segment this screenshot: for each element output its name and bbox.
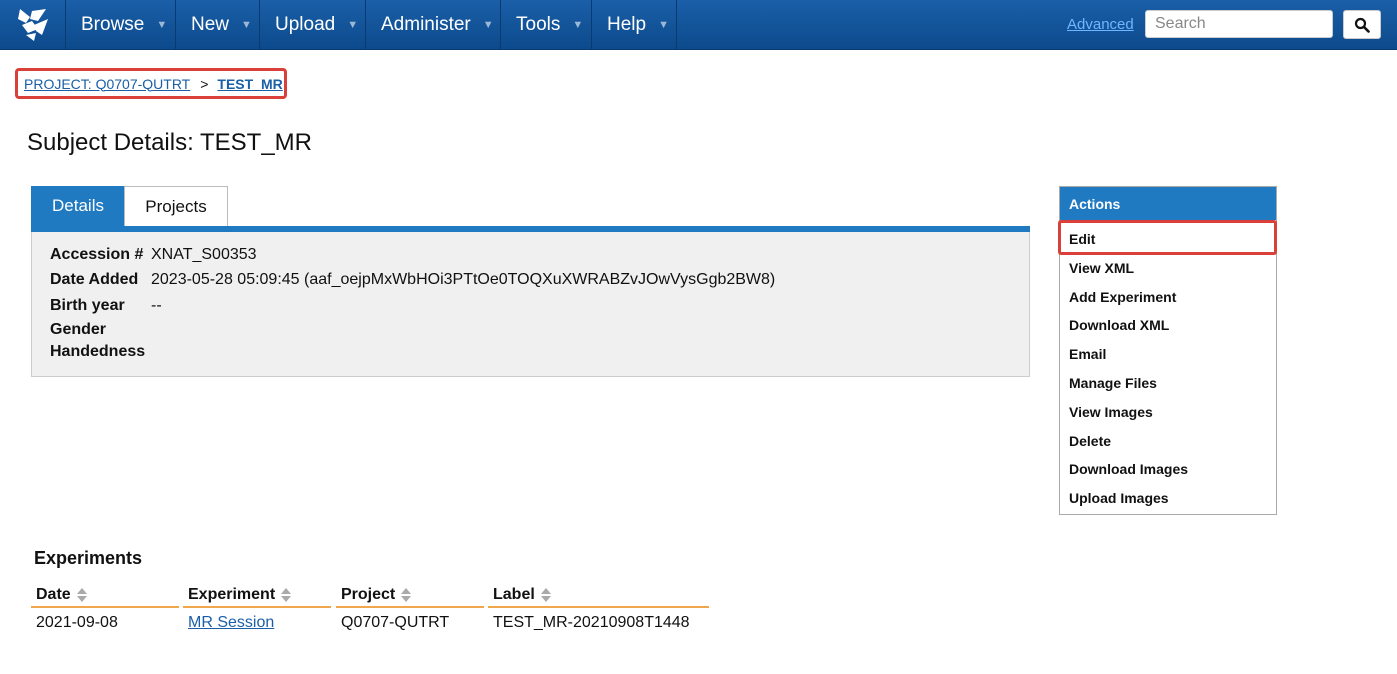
xnat-logo-icon[interactable] (0, 0, 66, 50)
action-view-images[interactable]: View Images (1069, 404, 1153, 420)
column-header-label: Experiment (188, 586, 276, 603)
action-download-xml[interactable]: Download XML (1069, 317, 1169, 333)
experiments-title: Experiments (34, 548, 143, 568)
sort-icon (76, 588, 87, 602)
breadcrumb-separator: > (200, 75, 209, 92)
cell-date: 2021-09-08 (36, 614, 118, 631)
column-header-experiment[interactable]: Experiment (183, 584, 331, 608)
top-navbar: Browse ▼ New ▼ Upload ▼ Administer ▼ Too… (0, 0, 1397, 50)
detail-row-handedness: Handedness (50, 343, 151, 361)
detail-row-accession: Accession # XNAT_S00353 (50, 246, 257, 264)
detail-row-date-added: Date Added 2023-05-28 05:09:45 (aaf_oejp… (50, 271, 775, 289)
nav-administer[interactable]: Administer ▼ (366, 0, 501, 50)
nav-new-label: New (191, 14, 230, 35)
column-header-date[interactable]: Date (31, 584, 179, 608)
nav-tools[interactable]: Tools ▼ (501, 0, 592, 50)
chevron-down-icon: ▼ (241, 19, 252, 31)
action-manage-files[interactable]: Manage Files (1069, 375, 1157, 391)
detail-value: XNAT_S00353 (151, 246, 257, 263)
cell-label: TEST_MR-20210908T1448 (493, 614, 690, 631)
nav-upload-label: Upload (275, 14, 336, 35)
cell-experiment: MR Session (188, 614, 274, 632)
column-header-label: Project (341, 586, 396, 603)
sort-icon (281, 588, 292, 602)
chevron-down-icon: ▼ (482, 19, 494, 31)
actions-header: Actions (1060, 187, 1276, 220)
action-edit[interactable]: Edit (1069, 231, 1095, 247)
chevron-down-icon: ▼ (572, 19, 584, 31)
breadcrumb-project-link[interactable]: PROJECT: Q0707-QUTRT (24, 76, 190, 92)
action-upload-images[interactable]: Upload Images (1069, 490, 1169, 506)
action-download-images[interactable]: Download Images (1069, 461, 1188, 477)
nav-help-label: Help (607, 14, 647, 35)
detail-key: Gender (50, 321, 107, 338)
action-view-xml[interactable]: View XML (1069, 260, 1134, 276)
advanced-search-link[interactable]: Advanced (1067, 16, 1134, 33)
search-icon (1354, 17, 1370, 33)
breadcrumb-current[interactable]: TEST_MR (217, 76, 282, 92)
sort-icon (401, 588, 412, 602)
nav-help[interactable]: Help ▼ (592, 0, 677, 50)
detail-value: 2023-05-28 05:09:45 (aaf_oejpMxWbHOi3PTt… (151, 271, 776, 288)
tab-projects[interactable]: Projects (124, 186, 228, 226)
search-input[interactable] (1145, 10, 1333, 38)
detail-value: -- (151, 297, 162, 314)
nav-browse[interactable]: Browse ▼ (66, 0, 176, 50)
detail-key: Date Added (50, 271, 139, 288)
page-title: Subject Details: TEST_MR (27, 129, 312, 156)
action-delete[interactable]: Delete (1069, 433, 1111, 449)
column-header-label: Label (493, 586, 535, 603)
nav-browse-label: Browse (81, 14, 145, 35)
action-email[interactable]: Email (1069, 346, 1106, 362)
detail-row-birth-year: Birth year -- (50, 297, 162, 315)
chevron-down-icon: ▼ (347, 19, 359, 31)
search-button[interactable] (1343, 10, 1381, 39)
detail-key: Accession # (50, 246, 144, 263)
nav-upload[interactable]: Upload ▼ (260, 0, 366, 50)
chevron-down-icon: ▼ (156, 19, 168, 31)
cell-project: Q0707-QUTRT (341, 614, 450, 631)
tab-details[interactable]: Details (31, 186, 125, 226)
nav-tools-label: Tools (516, 14, 561, 35)
sort-icon (540, 588, 551, 602)
details-panel: Accession # XNAT_S00353 Date Added 2023-… (31, 232, 1030, 377)
column-header-label: Date (36, 586, 71, 603)
detail-key: Handedness (50, 343, 146, 360)
detail-row-gender: Gender (50, 321, 151, 339)
column-header-project[interactable]: Project (336, 584, 484, 608)
breadcrumb: PROJECT: Q0707-QUTRT > TEST_MR (15, 68, 287, 99)
actions-panel: Actions Edit View XML Add Experiment Dow… (1058, 186, 1277, 515)
column-header-label[interactable]: Label (488, 584, 709, 608)
chevron-down-icon: ▼ (658, 19, 669, 31)
detail-key: Birth year (50, 297, 125, 314)
nav-administer-label: Administer (381, 14, 471, 35)
action-add-experiment[interactable]: Add Experiment (1069, 289, 1176, 305)
nav-new[interactable]: New ▼ (176, 0, 260, 50)
experiment-link[interactable]: MR Session (188, 614, 274, 631)
